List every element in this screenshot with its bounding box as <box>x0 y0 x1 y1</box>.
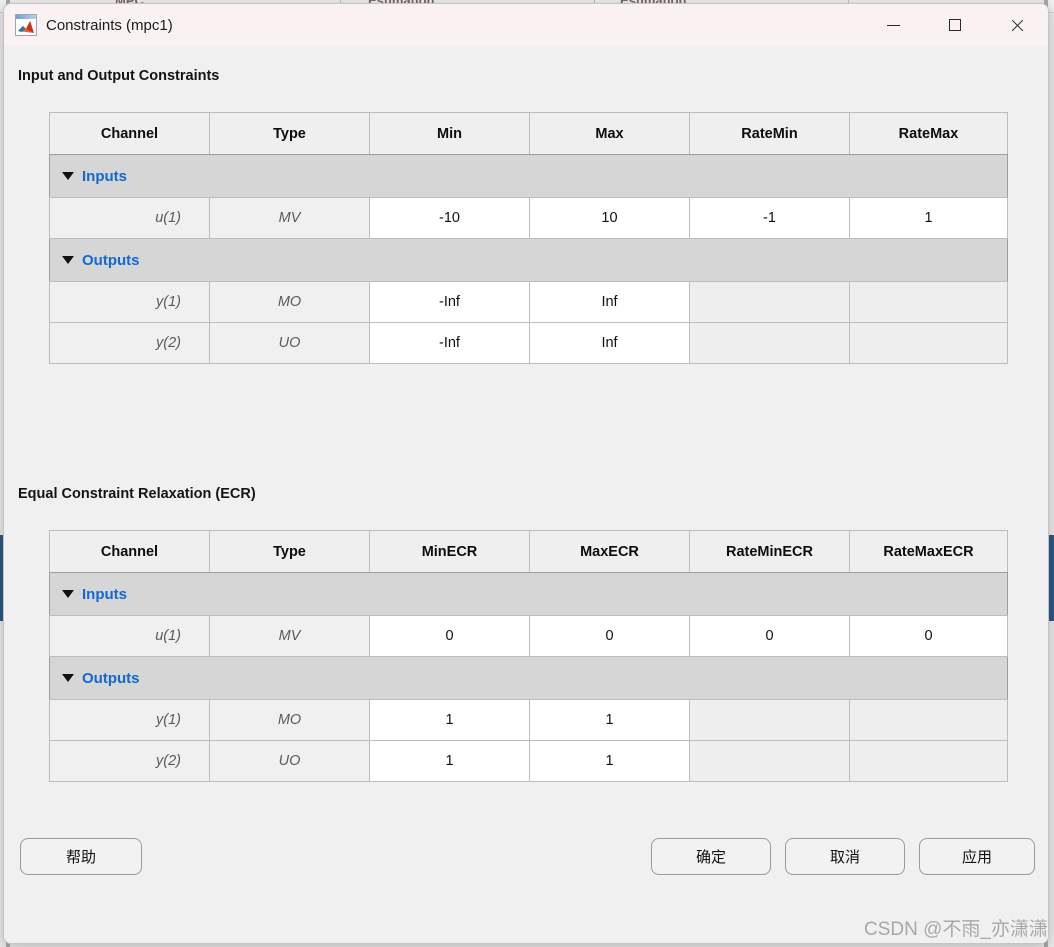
apply-button[interactable]: 应用 <box>919 838 1035 875</box>
cell-ratemin[interactable]: -1 <box>689 197 850 239</box>
group-label: Inputs <box>82 585 127 603</box>
cell-channel: y(2) <box>49 322 210 364</box>
close-icon <box>1010 18 1025 33</box>
cell-maxecr[interactable]: 1 <box>529 699 690 741</box>
group-label: Inputs <box>82 167 127 185</box>
table-row[interactable]: y(2) UO 1 1 <box>49 740 1008 782</box>
section-title-ecr: Equal Constraint Relaxation (ECR) <box>18 486 256 502</box>
group-row-inputs[interactable]: Inputs <box>49 154 1008 198</box>
cell-type: MO <box>209 699 370 741</box>
cell-channel: y(1) <box>49 281 210 323</box>
cell-max[interactable]: Inf <box>529 281 690 323</box>
ok-button[interactable]: 确定 <box>651 838 771 875</box>
column-header[interactable]: RateMinECR <box>689 530 850 573</box>
cell-maxecr[interactable]: 0 <box>529 615 690 657</box>
cell-max[interactable]: 10 <box>529 197 690 239</box>
column-header[interactable]: RateMaxECR <box>849 530 1008 573</box>
matlab-membrane-icon <box>15 14 37 36</box>
chevron-down-icon[interactable] <box>62 590 74 598</box>
column-header[interactable]: MinECR <box>369 530 530 573</box>
minimize-button[interactable] <box>862 4 924 46</box>
column-header[interactable]: Max <box>529 112 690 155</box>
cell-rateminecr <box>689 699 850 741</box>
cell-minecr[interactable]: 0 <box>369 615 530 657</box>
column-header[interactable]: Channel <box>49 112 210 155</box>
column-header[interactable]: Type <box>209 530 370 573</box>
dialog-title: Constraints (mpc1) <box>46 16 173 34</box>
cell-ratemax[interactable]: 1 <box>849 197 1008 239</box>
column-header[interactable]: MaxECR <box>529 530 690 573</box>
cancel-button[interactable]: 取消 <box>785 838 905 875</box>
window-controls <box>862 4 1048 46</box>
column-header[interactable]: Type <box>209 112 370 155</box>
cell-rateminecr[interactable]: 0 <box>689 615 850 657</box>
column-header[interactable]: RateMin <box>689 112 850 155</box>
cell-type: MO <box>209 281 370 323</box>
constraints-table[interactable]: Channel Type Min Max RateMin RateMax Inp… <box>49 112 1008 364</box>
group-row-cell[interactable]: Inputs <box>49 572 1008 616</box>
group-label: Outputs <box>82 669 140 687</box>
dialog-body: Input and Output Constraints Channel Typ… <box>4 46 1048 943</box>
column-header[interactable]: Channel <box>49 530 210 573</box>
cell-ratemin <box>689 281 850 323</box>
maximize-icon <box>949 19 961 31</box>
table-row[interactable]: y(2) UO -Inf Inf <box>49 322 1008 364</box>
close-button[interactable] <box>986 4 1048 46</box>
table-row[interactable]: y(1) MO -Inf Inf <box>49 281 1008 323</box>
cell-max[interactable]: Inf <box>529 322 690 364</box>
chevron-down-icon[interactable] <box>62 172 74 180</box>
cell-min[interactable]: -Inf <box>369 281 530 323</box>
cell-ratemax <box>849 322 1008 364</box>
cell-channel: y(1) <box>49 699 210 741</box>
cell-ratemax <box>849 281 1008 323</box>
table-header-row: Channel Type Min Max RateMin RateMax <box>49 112 1008 155</box>
group-row-cell[interactable]: Outputs <box>49 656 1008 700</box>
group-row-inputs[interactable]: Inputs <box>49 572 1008 616</box>
cell-channel: u(1) <box>49 197 210 239</box>
group-row-cell[interactable]: Outputs <box>49 238 1008 282</box>
minimize-icon <box>886 24 900 26</box>
cell-minecr[interactable]: 1 <box>369 740 530 782</box>
cell-min[interactable]: -10 <box>369 197 530 239</box>
cell-min[interactable]: -Inf <box>369 322 530 364</box>
help-button[interactable]: 帮助 <box>20 838 142 875</box>
cell-minecr[interactable]: 1 <box>369 699 530 741</box>
column-header[interactable]: Min <box>369 112 530 155</box>
table-row[interactable]: y(1) MO 1 1 <box>49 699 1008 741</box>
chevron-down-icon[interactable] <box>62 256 74 264</box>
cell-ratemaxecr <box>849 699 1008 741</box>
section-title-constraints: Input and Output Constraints <box>18 68 220 84</box>
cell-rateminecr <box>689 740 850 782</box>
constraints-dialog: Constraints (mpc1) Input and Output Cons… <box>3 3 1049 944</box>
maximize-button[interactable] <box>924 4 986 46</box>
cell-maxecr[interactable]: 1 <box>529 740 690 782</box>
group-label: Outputs <box>82 251 140 269</box>
cell-type: MV <box>209 197 370 239</box>
ecr-table[interactable]: Channel Type MinECR MaxECR RateMinECR Ra… <box>49 530 1008 782</box>
cell-ratemaxecr[interactable]: 0 <box>849 615 1008 657</box>
table-header-row: Channel Type MinECR MaxECR RateMinECR Ra… <box>49 530 1008 573</box>
cell-ratemaxecr <box>849 740 1008 782</box>
cell-type: UO <box>209 740 370 782</box>
column-header[interactable]: RateMax <box>849 112 1008 155</box>
group-row-outputs[interactable]: Outputs <box>49 238 1008 282</box>
cell-channel: u(1) <box>49 615 210 657</box>
table-row[interactable]: u(1) MV 0 0 0 0 <box>49 615 1008 657</box>
chevron-down-icon[interactable] <box>62 674 74 682</box>
table-row[interactable]: u(1) MV -10 10 -1 1 <box>49 197 1008 239</box>
cell-type: UO <box>209 322 370 364</box>
cell-type: MV <box>209 615 370 657</box>
group-row-cell[interactable]: Inputs <box>49 154 1008 198</box>
cell-channel: y(2) <box>49 740 210 782</box>
group-row-outputs[interactable]: Outputs <box>49 656 1008 700</box>
cell-ratemin <box>689 322 850 364</box>
dialog-titlebar: Constraints (mpc1) <box>4 4 1048 46</box>
